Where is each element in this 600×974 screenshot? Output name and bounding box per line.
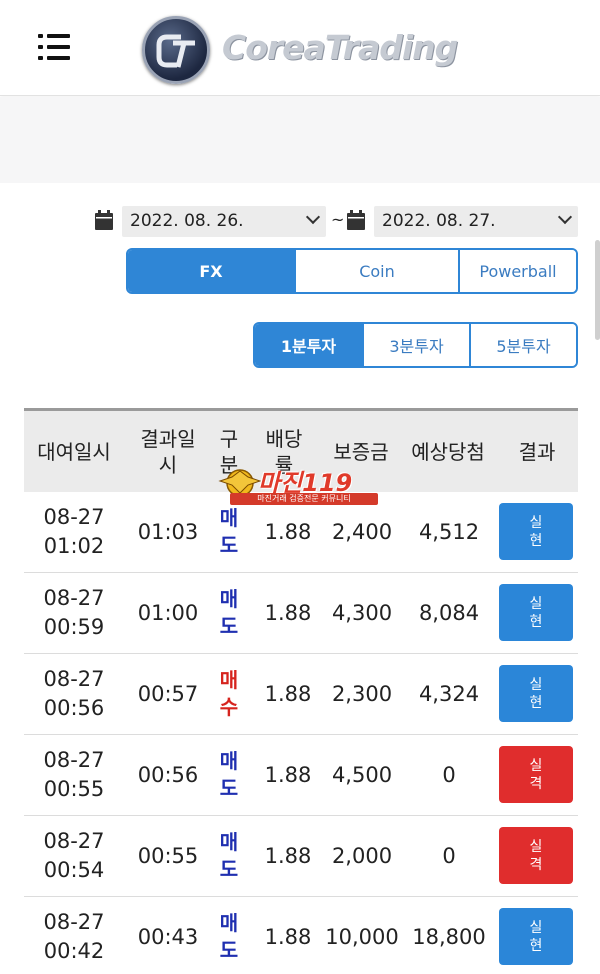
cell-rent-time: 08-27 00:54 (24, 816, 124, 896)
col-result-time: 결과일시 (140, 426, 196, 477)
cell-rent-date: 08-27 (43, 505, 105, 529)
cell-type: 매도 (219, 587, 239, 638)
cell-rent-time: 08-27 01:02 (24, 492, 124, 572)
brand-name: CoreaTrading (222, 28, 458, 67)
cell-rent-time: 08-27 00:42 (24, 897, 124, 974)
cell-rent-time: 08-27 00:59 (24, 573, 124, 653)
table-body: 08-27 01:02 01:03 매도 1.88 2,400 4,512 실현 08-27 00… (24, 492, 578, 974)
hamburger-menu-icon[interactable] (38, 34, 70, 60)
cell-rate: 1.88 (264, 681, 312, 706)
tab-powerball[interactable]: Powerball (458, 250, 576, 292)
scrollbar[interactable] (595, 240, 600, 340)
cell-rate: 1.88 (264, 762, 312, 787)
cell-rent-date: 08-27 (43, 586, 105, 610)
result-failed-button[interactable]: 실격 (499, 827, 573, 884)
market-tabs: FX Coin Powerball (126, 248, 578, 294)
date-from-select[interactable]: 2022. 08. 26. (122, 206, 326, 237)
cell-expected: 0 (442, 762, 456, 787)
cell-rent-time: 08-27 00:56 (24, 654, 124, 734)
result-realized-button[interactable]: 실현 (499, 584, 573, 641)
cell-expected: 0 (442, 843, 456, 868)
cell-expected: 8,084 (418, 600, 480, 625)
cell-deposit: 4,500 (331, 762, 393, 787)
banner-area (0, 97, 600, 183)
cell-rent-date: 08-27 (43, 829, 105, 853)
chevron-down-icon (305, 209, 321, 225)
cell-expected: 4,512 (418, 519, 480, 544)
calendar-icon (347, 210, 365, 230)
cell-result-time: 01:00 (137, 600, 199, 625)
col-result: 결과 (518, 439, 556, 464)
cell-type: 매도 (219, 830, 239, 881)
cell-rent-date: 08-27 (43, 667, 105, 691)
cell-expected: 18,800 (412, 924, 486, 949)
cell-rent-clock: 00:42 (43, 939, 105, 963)
cell-deposit: 2,300 (331, 681, 393, 706)
tab-3min[interactable]: 3분투자 (362, 324, 469, 366)
cell-rent-date: 08-27 (43, 748, 105, 772)
col-expected: 예상당첨 (411, 439, 485, 464)
cell-expected: 4,324 (418, 681, 480, 706)
app-header: CoreaTrading (0, 0, 600, 96)
cell-result-time: 00:55 (137, 843, 199, 868)
cell-result-time: 00:43 (137, 924, 199, 949)
date-to-value: 2022. 08. 27. (382, 211, 496, 231)
cell-deposit: 10,000 (325, 924, 399, 949)
cell-rate: 1.88 (264, 924, 312, 949)
cell-rent-clock: 00:56 (43, 696, 105, 720)
cell-result-time: 01:03 (137, 519, 199, 544)
cell-rate: 1.88 (264, 600, 312, 625)
calendar-icon (95, 210, 113, 230)
cell-type: 매수 (219, 668, 239, 719)
table-row: 08-27 00:54 00:55 매도 1.88 2,000 0 실격 (24, 816, 578, 897)
cell-type: 매도 (219, 911, 239, 962)
date-range-separator: ~ (331, 210, 345, 229)
tab-5min[interactable]: 5분투자 (469, 324, 576, 366)
cell-deposit: 4,300 (331, 600, 393, 625)
cell-rent-time: 08-27 00:55 (24, 735, 124, 815)
cell-rent-clock: 00:54 (43, 858, 105, 882)
table-row: 08-27 00:59 01:00 매도 1.88 4,300 8,084 실현 (24, 573, 578, 654)
watermark-subtitle: 마진거래 검증전문 커뮤니티 (230, 493, 378, 505)
result-realized-button[interactable]: 실현 (499, 908, 573, 965)
cell-rent-clock: 00:55 (43, 777, 105, 801)
cell-rent-date: 08-27 (43, 910, 105, 934)
col-rent-time: 대여일시 (37, 439, 111, 464)
table-row: 08-27 00:56 00:57 매수 1.88 2,300 4,324 실현 (24, 654, 578, 735)
tab-coin[interactable]: Coin (294, 250, 458, 292)
cell-result-time: 00:57 (137, 681, 199, 706)
cell-rate: 1.88 (264, 843, 312, 868)
cell-rent-clock: 01:02 (43, 534, 105, 558)
brand-logo[interactable]: CoreaTrading (142, 16, 472, 86)
result-failed-button[interactable]: 실격 (499, 746, 573, 803)
cell-type: 매도 (219, 749, 239, 800)
term-tabs: 1분투자 3분투자 5분투자 (253, 322, 578, 368)
result-realized-button[interactable]: 실현 (499, 665, 573, 722)
table-row: 08-27 00:55 00:56 매도 1.88 4,500 0 실격 (24, 735, 578, 816)
chevron-down-icon (557, 209, 573, 225)
date-from-value: 2022. 08. 26. (130, 211, 244, 231)
tab-1min[interactable]: 1분투자 (255, 324, 362, 366)
result-realized-button[interactable]: 실현 (499, 503, 573, 560)
date-to-select[interactable]: 2022. 08. 27. (374, 206, 578, 237)
cell-rent-clock: 00:59 (43, 615, 105, 639)
cell-result-time: 00:56 (137, 762, 199, 787)
tab-fx[interactable]: FX (128, 250, 294, 292)
cell-deposit: 2,000 (331, 843, 393, 868)
table-row: 08-27 00:42 00:43 매도 1.88 10,000 18,800 실현 (24, 897, 578, 974)
logo-emblem-icon (142, 16, 210, 84)
watermark: 마진119 마진거래 검증전문 커뮤니티 (218, 463, 378, 507)
